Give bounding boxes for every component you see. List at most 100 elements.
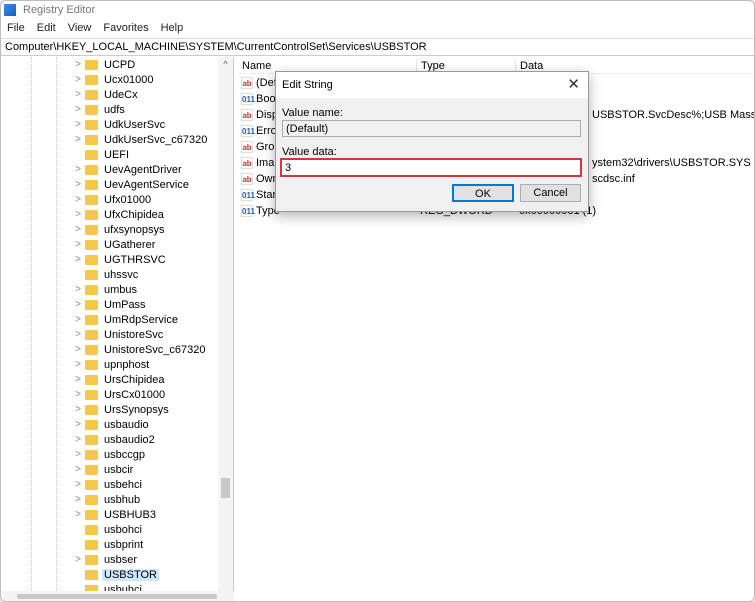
value-data-input[interactable] xyxy=(280,158,582,177)
chevron-right-icon[interactable]: > xyxy=(73,299,83,310)
window-title: Registry Editor xyxy=(23,4,96,16)
chevron-right-icon[interactable]: > xyxy=(73,464,83,475)
chevron-right-icon[interactable]: > xyxy=(73,104,83,115)
tree-item[interactable]: > UCPD xyxy=(73,57,218,72)
tree-item[interactable]: > usbcir xyxy=(73,462,218,477)
tree-item[interactable]: > UevAgentDriver xyxy=(73,162,218,177)
tree-horizontal-scrollbar[interactable] xyxy=(1,591,234,601)
tree-item[interactable]: > USBHUB3 xyxy=(73,507,218,522)
string-value-icon: ab xyxy=(241,157,253,169)
scroll-thumb[interactable] xyxy=(221,478,230,498)
tree-item[interactable]: > UevAgentService xyxy=(73,177,218,192)
chevron-right-icon[interactable]: > xyxy=(73,59,83,70)
folder-icon xyxy=(85,404,98,415)
tree-item-label: UdkUserSvc_c67320 xyxy=(104,133,208,146)
tree-item[interactable]: > umbus xyxy=(73,282,218,297)
folder-icon xyxy=(85,524,98,535)
chevron-right-icon[interactable]: > xyxy=(73,449,83,460)
chevron-right-icon[interactable]: > xyxy=(73,74,83,85)
chevron-right-icon[interactable]: > xyxy=(73,404,83,415)
chevron-right-icon[interactable]: > xyxy=(73,89,83,100)
chevron-right-icon[interactable]: > xyxy=(73,419,83,430)
tree-item[interactable]: > UdkUserSvc xyxy=(73,117,218,132)
chevron-right-icon[interactable]: > xyxy=(73,224,83,235)
tree-item[interactable]: > UmPass xyxy=(73,297,218,312)
chevron-right-icon[interactable]: > xyxy=(73,179,83,190)
tree-item[interactable]: usbprint xyxy=(73,537,218,552)
value-name: Star xyxy=(256,189,277,201)
menu-view[interactable]: View xyxy=(62,22,98,34)
menu-favorites[interactable]: Favorites xyxy=(97,22,154,34)
chevron-right-icon[interactable]: > xyxy=(73,554,83,565)
chevron-right-icon[interactable]: > xyxy=(73,314,83,325)
string-value-icon: ab xyxy=(241,141,253,153)
tree-item[interactable]: > UGatherer xyxy=(73,237,218,252)
chevron-right-icon[interactable]: > xyxy=(73,209,83,220)
scroll-up-icon[interactable]: ^ xyxy=(218,59,233,69)
chevron-right-icon[interactable]: > xyxy=(73,434,83,445)
chevron-right-icon[interactable]: > xyxy=(73,284,83,295)
chevron-right-icon[interactable]: > xyxy=(73,494,83,505)
menu-edit[interactable]: Edit xyxy=(31,22,62,34)
tree-item[interactable]: uhssvc xyxy=(73,267,218,282)
chevron-right-icon[interactable]: > xyxy=(73,359,83,370)
tree-item[interactable]: > Ufx01000 xyxy=(73,192,218,207)
menu-file[interactable]: File xyxy=(1,22,31,34)
tree-item[interactable]: > UdkUserSvc_c67320 xyxy=(73,132,218,147)
tree-item[interactable]: > UnistoreSvc xyxy=(73,327,218,342)
tree-vertical-scrollbar[interactable]: ^ xyxy=(218,57,233,597)
folder-icon xyxy=(85,104,98,115)
ok-button[interactable]: OK xyxy=(452,184,514,202)
tree-item[interactable]: > usbser xyxy=(73,552,218,567)
tree-item[interactable]: > UrsChipidea xyxy=(73,372,218,387)
tree-item[interactable]: > usbaudio2 xyxy=(73,432,218,447)
tree-item-label: usbser xyxy=(104,553,138,566)
tree-item[interactable]: > usbccgp xyxy=(73,447,218,462)
tree-item[interactable]: > UGTHRSVC xyxy=(73,252,218,267)
title-bar: Registry Editor xyxy=(1,1,754,19)
chevron-right-icon[interactable]: > xyxy=(73,239,83,250)
tree-item[interactable]: > usbehci xyxy=(73,477,218,492)
tree-item-label: usbccgp xyxy=(104,448,145,461)
cancel-button[interactable]: Cancel xyxy=(520,184,581,202)
tree-item[interactable]: > Ucx01000 xyxy=(73,72,218,87)
chevron-right-icon[interactable]: > xyxy=(73,479,83,490)
tree-item[interactable]: > upnphost xyxy=(73,357,218,372)
tree-line xyxy=(56,57,57,597)
tree-item-label: UnistoreSvc xyxy=(104,328,164,341)
tree-item[interactable]: UEFI xyxy=(73,147,218,162)
tree-item[interactable]: > usbaudio xyxy=(73,417,218,432)
scroll-thumb[interactable] xyxy=(17,594,217,599)
tree-item-label: UGTHRSVC xyxy=(104,253,166,266)
tree-item[interactable]: > UfxChipidea xyxy=(73,207,218,222)
close-icon[interactable]: ✕ xyxy=(567,75,580,93)
chevron-right-icon[interactable]: > xyxy=(73,119,83,130)
folder-icon xyxy=(85,149,98,160)
tree-item[interactable]: > UnistoreSvc_c67320 xyxy=(73,342,218,357)
chevron-right-icon[interactable]: > xyxy=(73,389,83,400)
tree-item[interactable]: > UrsCx01000 xyxy=(73,387,218,402)
menu-help[interactable]: Help xyxy=(155,22,190,34)
address-bar[interactable]: Computer\HKEY_LOCAL_MACHINE\SYSTEM\Curre… xyxy=(1,38,754,56)
tree-item[interactable]: > usbhub xyxy=(73,492,218,507)
tree-item[interactable]: > UmRdpService xyxy=(73,312,218,327)
chevron-right-icon[interactable]: > xyxy=(73,134,83,145)
chevron-right-icon[interactable]: > xyxy=(73,194,83,205)
tree-item[interactable]: USBSTOR xyxy=(73,567,218,582)
tree-item[interactable]: usbohci xyxy=(73,522,218,537)
column-name[interactable]: Name xyxy=(238,60,271,73)
tree-item[interactable]: > UrsSynopsys xyxy=(73,402,218,417)
chevron-right-icon[interactable]: > xyxy=(73,344,83,355)
tree-item[interactable]: > udfs xyxy=(73,102,218,117)
folder-icon xyxy=(85,164,98,175)
tree-item[interactable]: > ufxsynopsys xyxy=(73,222,218,237)
string-value-icon: ab xyxy=(241,173,253,185)
folder-icon xyxy=(85,554,98,565)
chevron-right-icon[interactable]: > xyxy=(73,374,83,385)
chevron-right-icon[interactable]: > xyxy=(73,254,83,265)
chevron-right-icon[interactable]: > xyxy=(73,164,83,175)
chevron-right-icon[interactable]: > xyxy=(73,509,83,520)
chevron-right-icon[interactable]: > xyxy=(73,329,83,340)
tree-item-label: Ufx01000 xyxy=(104,193,152,206)
tree-item[interactable]: > UdeCx xyxy=(73,87,218,102)
